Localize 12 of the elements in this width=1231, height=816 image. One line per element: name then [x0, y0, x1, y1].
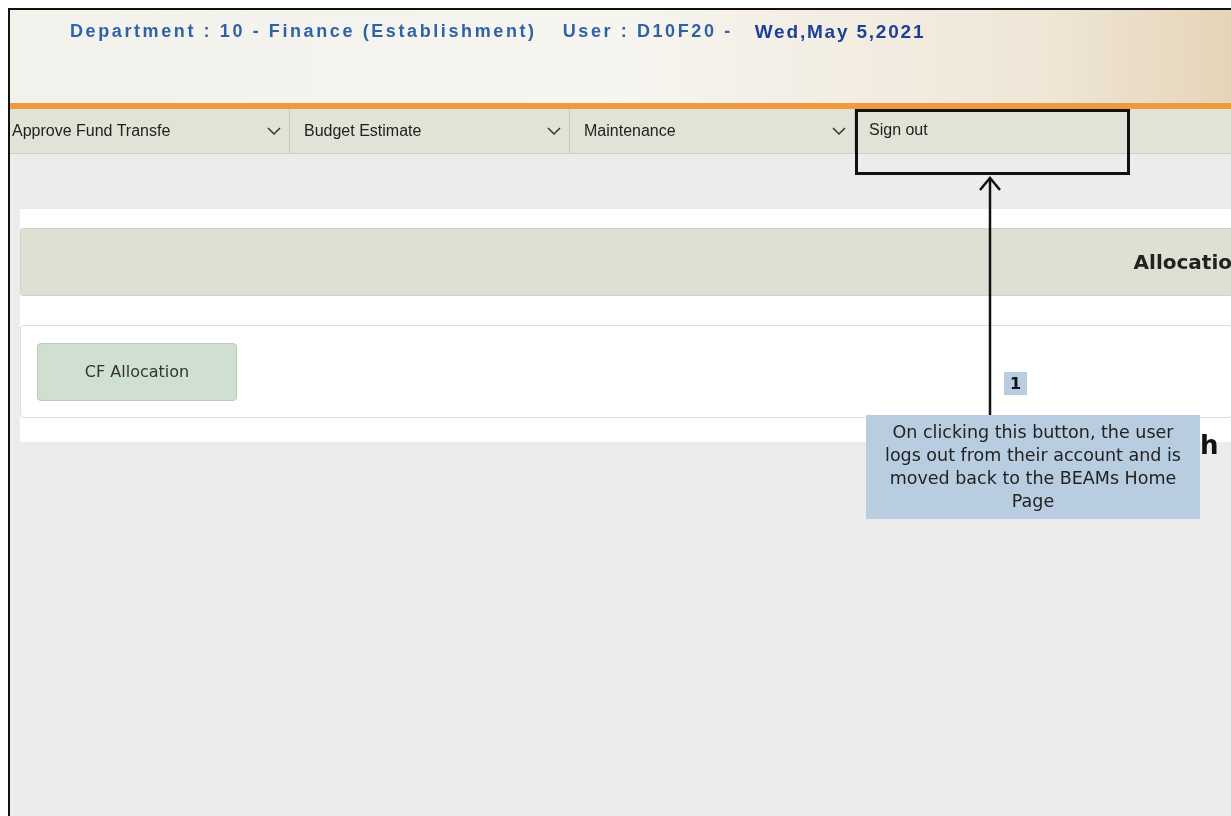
heading-text: h [1200, 430, 1219, 460]
annotation-callout: On clicking this button, the user logs out from their account and is moved back to the BEAMs Home Page [866, 415, 1200, 519]
menu-item[interactable]: Maintenance [570, 109, 855, 153]
menu-item[interactable]: Sign out [855, 109, 1130, 175]
menu-item[interactable]: Approve Fund Transfe [10, 109, 290, 153]
menu-item[interactable]: Budget Estimate [290, 109, 570, 153]
step-number: 1 [1004, 372, 1028, 395]
department-label: Department : 10 - Finance (Establishment) [70, 21, 537, 42]
allocation-button[interactable]: CF Allocation [37, 342, 237, 401]
user-label: User : D10F20 - [562, 21, 733, 42]
date-label: Wed,May 5,2021 [754, 21, 926, 43]
section-title: Allocatio [20, 228, 1231, 296]
